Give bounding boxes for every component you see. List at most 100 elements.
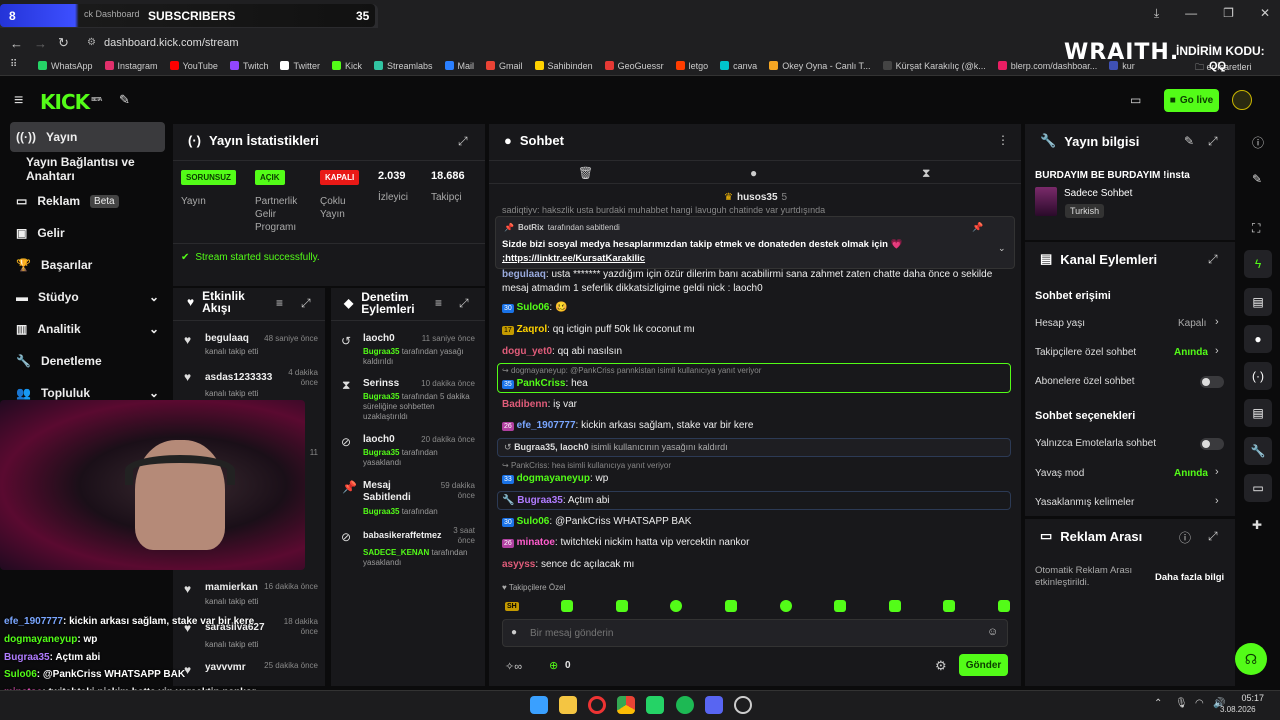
trash-icon[interactable]: 🗑	[578, 166, 593, 180]
gear-icon[interactable]: ⚙	[935, 658, 947, 674]
infinity-icon[interactable]: ✧∞	[505, 660, 522, 673]
support-button[interactable]: ☊	[1235, 643, 1267, 675]
rail-button-chat[interactable]: ●	[1244, 325, 1272, 353]
chat-user[interactable]: minatoe	[517, 537, 555, 548]
popout-icon[interactable]: ⤢	[1208, 529, 1218, 544]
bookmark-item[interactable]: Twitter	[280, 61, 320, 71]
emote-icon[interactable]: SH	[505, 601, 519, 611]
clock-time[interactable]: 05:17	[1234, 693, 1264, 703]
chat-input[interactable]	[530, 624, 970, 642]
chat-user[interactable]: Badibenn	[502, 399, 548, 410]
emote-icon[interactable]	[834, 600, 847, 612]
discord-icon[interactable]	[705, 696, 723, 714]
chat-user[interactable]: Zaqrol	[517, 324, 548, 335]
back-icon[interactable]: ←	[10, 36, 23, 51]
popout-icon[interactable]: ⤢	[301, 296, 311, 311]
points-icon[interactable]: ⊕	[549, 659, 558, 672]
popout-icon[interactable]: ⤢	[1208, 252, 1218, 267]
account-age-value[interactable]: Kapalı	[1178, 318, 1206, 329]
forward-icon[interactable]: →	[34, 36, 47, 51]
bookmark-item[interactable]: WhatsApp	[38, 61, 93, 71]
sidebar-item-stream-key[interactable]: Yayın Bağlantısı ve Anahtarı	[10, 154, 165, 184]
bookmark-item[interactable]: letgo	[675, 61, 708, 71]
chat-user[interactable]: Sulo06	[517, 302, 550, 313]
bookmark-item[interactable]: GeoGuessr	[604, 61, 664, 71]
clock-date[interactable]: 3.08.2026	[1220, 705, 1256, 714]
emote-icon[interactable]	[779, 600, 792, 612]
emote-icon[interactable]	[997, 600, 1010, 612]
bookmark-item[interactable]: Sahibinden	[534, 61, 593, 71]
emote-icon[interactable]	[670, 600, 683, 612]
chat-user[interactable]: Sulo06	[517, 516, 550, 527]
emoji-icon[interactable]: ☺	[987, 626, 998, 638]
bookmark-item[interactable]: canva	[720, 61, 757, 71]
pinned-link[interactable]: ;https://linktr.ee/KursatKarakilic	[502, 253, 645, 264]
followers-chat-value[interactable]: Anında	[1174, 347, 1208, 358]
start-icon[interactable]	[530, 696, 548, 714]
avatar[interactable]	[1232, 90, 1252, 110]
chevron-right-icon[interactable]: ›	[1215, 345, 1219, 357]
sidebar-item-analitik[interactable]: ▥ Analitik ⌄	[10, 314, 165, 344]
chat-user[interactable]: asyyss	[502, 559, 535, 570]
popout-icon[interactable]: ⤢	[1208, 134, 1218, 149]
info-icon[interactable]: ⓘ	[1179, 529, 1191, 546]
theater-icon[interactable]: ▭	[1130, 93, 1141, 107]
chevron-right-icon[interactable]: ›	[1215, 316, 1219, 328]
filter-icon[interactable]: ≡	[276, 296, 283, 310]
bookmark-item[interactable]: Instagram	[104, 61, 158, 71]
minimize-icon[interactable]: —	[1185, 6, 1197, 21]
rail-button-doc[interactable]: ▤	[1244, 288, 1272, 316]
chrome-icon[interactable]	[617, 696, 635, 714]
edit-icon[interactable]: ✎	[1184, 134, 1194, 148]
bookmark-item[interactable]: Mail	[444, 61, 474, 71]
whatsapp-icon[interactable]	[646, 696, 664, 714]
slow-mode-value[interactable]: Anında	[1174, 468, 1208, 479]
chat-user[interactable]: dogmayaneyup	[517, 473, 590, 484]
chat-user[interactable]: efe_1907777	[517, 420, 576, 431]
site-info-icon[interactable]: ⚙	[87, 37, 96, 48]
close-icon[interactable]: ✕	[1260, 6, 1270, 21]
unpin-icon[interactable]: 📌	[972, 222, 983, 233]
spotify-icon[interactable]	[676, 696, 694, 714]
maximize-icon[interactable]: ❐	[1223, 6, 1234, 21]
emote-icon[interactable]	[561, 600, 574, 612]
popout-icon[interactable]: ⤢	[459, 296, 469, 311]
emote-icon[interactable]	[943, 600, 956, 612]
sidebar-item-yayin[interactable]: ((·)) Yayın	[10, 122, 165, 152]
hourglass-icon[interactable]: ⧗	[922, 166, 930, 181]
sidebar-item-gelir[interactable]: ▣ Gelir	[10, 218, 165, 248]
learn-more-link[interactable]: Daha fazla bilgi	[1155, 572, 1224, 583]
kick-logo[interactable]: KICK BETA	[40, 90, 102, 114]
chevron-right-icon[interactable]: ›	[1215, 495, 1219, 507]
stream-category[interactable]: Sadece Sohbet	[1064, 188, 1132, 199]
chat-bubble-icon[interactable]: ●	[750, 166, 757, 180]
bookmark-item[interactable]: Streamlabs	[373, 61, 433, 71]
filter-icon[interactable]: ≡	[435, 296, 442, 310]
chat-user[interactable]: dogu_yet0	[502, 346, 552, 357]
bookmark-item[interactable]: Kick	[331, 61, 362, 71]
bookmark-item[interactable]: Kürşat Karakılıç (@k...	[882, 61, 986, 71]
crop-icon[interactable]: ⛶	[1252, 221, 1260, 236]
rail-button-ad[interactable]: ▭	[1244, 474, 1272, 502]
rail-button-lightning[interactable]: ϟ	[1244, 250, 1272, 278]
opera-icon[interactable]	[588, 696, 606, 714]
more-icon[interactable]: ⋮	[997, 133, 1009, 147]
edit-icon[interactable]: ✎	[1252, 172, 1262, 186]
url-input[interactable]: dashboard.kick.com/stream	[104, 37, 239, 49]
bookmark-item[interactable]: Okey Oyna - Canlı T...	[769, 61, 871, 71]
sidebar-item-basarilar[interactable]: 🏆 Başarılar	[10, 250, 165, 280]
go-live-button[interactable]: ■ Go live	[1164, 89, 1219, 112]
add-widget-icon[interactable]: ✚	[1252, 518, 1262, 532]
microphone-icon[interactable]: 🎙	[1175, 698, 1188, 709]
chat-user[interactable]: begulaaq	[502, 269, 546, 280]
obs-icon[interactable]	[734, 696, 752, 714]
chevron-up-icon[interactable]: ⌃	[1154, 698, 1162, 709]
sidebar-item-reklam[interactable]: ▭ Reklam Beta	[10, 186, 165, 216]
sidebar-item-studyo[interactable]: ▬ Stüdyo ⌄	[10, 282, 165, 312]
emote-icon[interactable]	[888, 600, 901, 612]
rail-button-stream[interactable]: (·)	[1244, 362, 1272, 390]
info-icon[interactable]: ⓘ	[1252, 134, 1264, 151]
popout-icon[interactable]: ⤢	[458, 134, 468, 149]
rail-button-list[interactable]: ▤	[1244, 399, 1272, 427]
reload-icon[interactable]: ↻	[58, 35, 69, 51]
